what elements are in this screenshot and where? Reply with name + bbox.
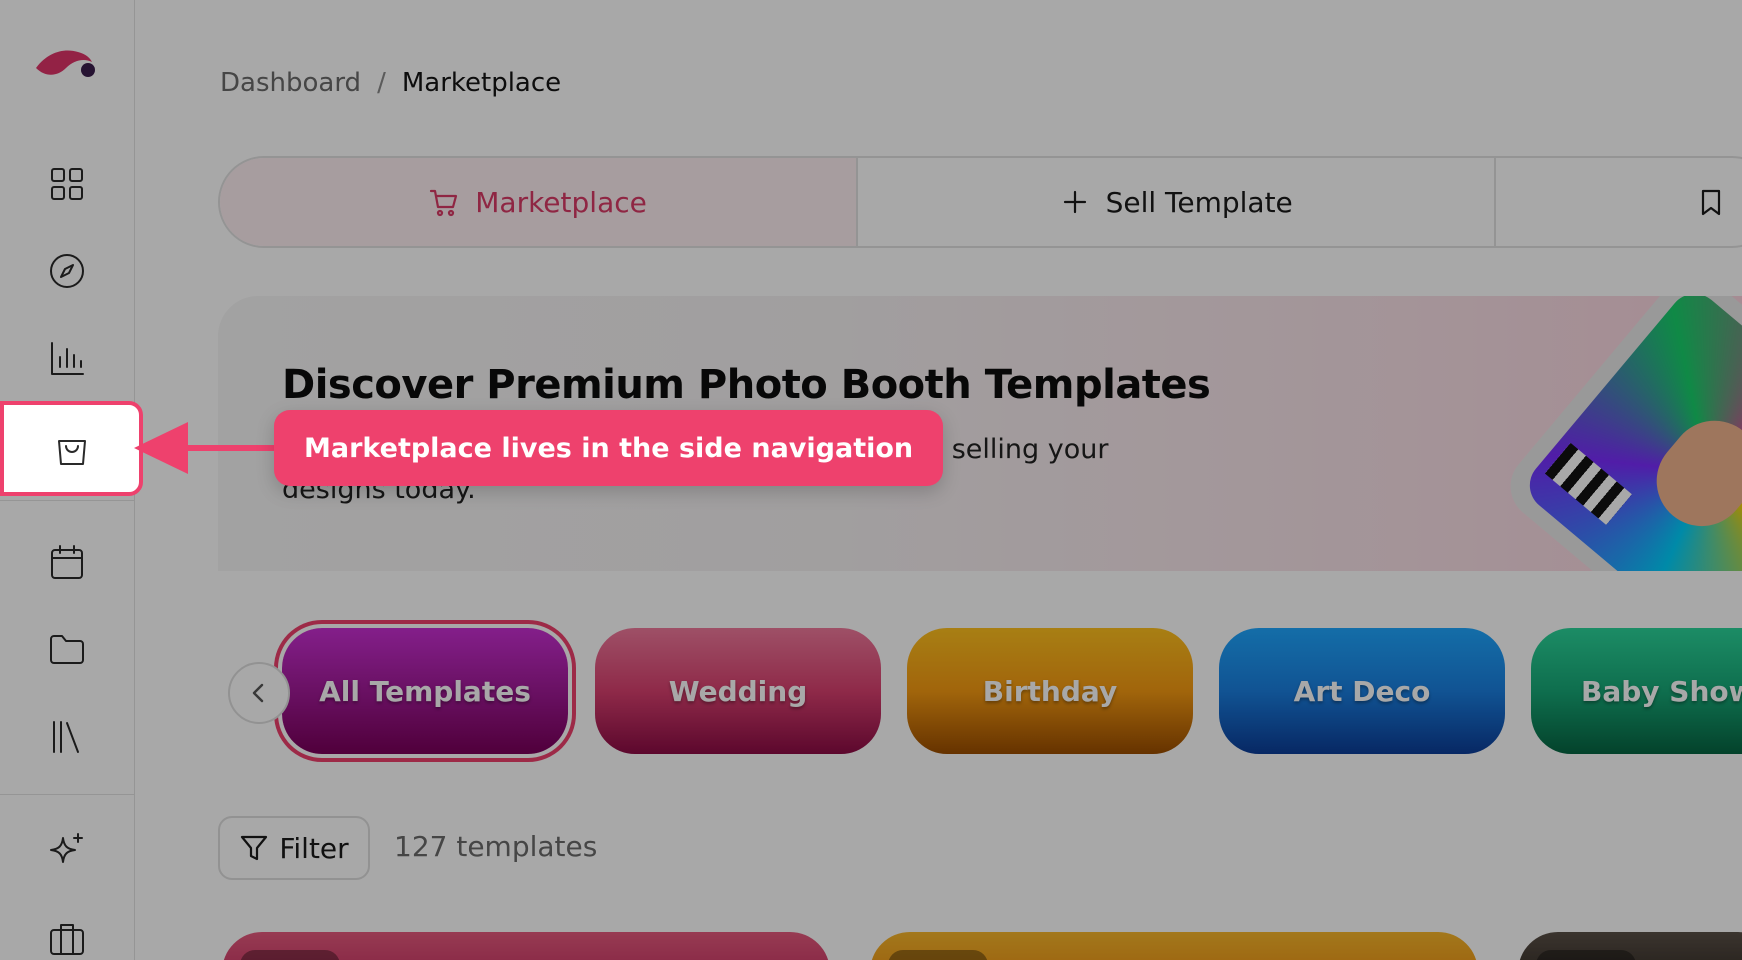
onboarding-tooltip: Marketplace lives in the side navigation bbox=[274, 410, 944, 486]
sidebar-item-marketplace[interactable] bbox=[0, 401, 143, 496]
shopping-bag-icon bbox=[57, 439, 86, 465]
tooltip-pointer-arrow bbox=[134, 422, 284, 474]
